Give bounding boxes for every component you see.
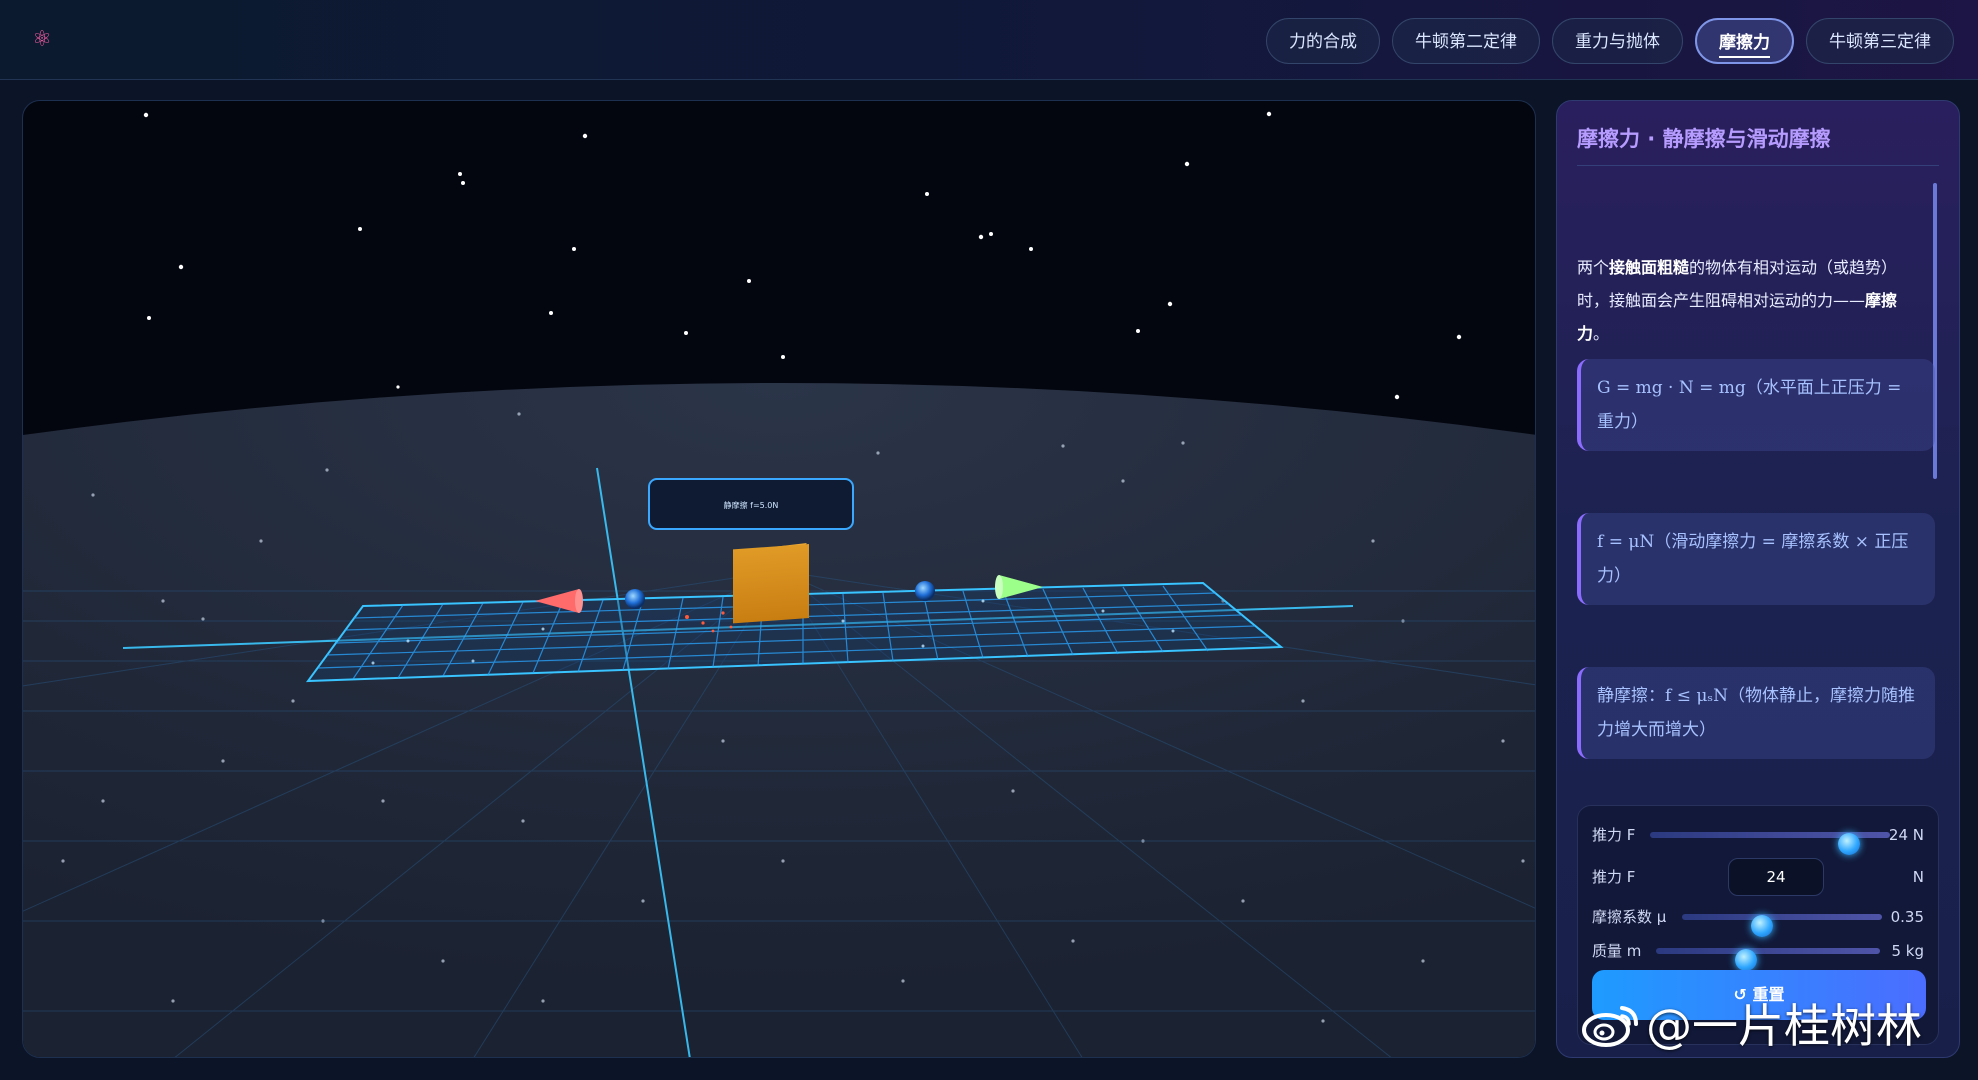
push-input-unit: N	[1912, 868, 1924, 886]
push-number-input[interactable]: 24	[1728, 858, 1824, 896]
push-slider-row: 推力 F 24 N	[1592, 822, 1924, 855]
mu-slider-thumb[interactable]	[1751, 915, 1773, 937]
push-input-row: 推力 F 24 N	[1592, 858, 1924, 896]
formula-gravity-normal: G = mg · N = mg（水平面上正压力 = 重力）	[1577, 359, 1935, 451]
module-tabs: 力的合成 牛顿第二定律 重力与抛体 摩擦力 牛顿第三定律	[1266, 18, 1954, 64]
tab-friction[interactable]: 摩擦力	[1695, 18, 1794, 64]
panel-title: 摩擦力 · 静摩擦与滑动摩擦	[1577, 127, 1831, 151]
weibo-watermark: @一片桂树林	[1580, 998, 1922, 1054]
top-bar: ⚛ 力的合成 牛顿第二定律 重力与抛体 摩擦力 牛顿第三定律	[0, 0, 1978, 80]
push-slider-value: 24 N	[1888, 826, 1924, 844]
atom-logo-icon: ⚛	[32, 27, 52, 52]
sky-stars	[143, 111, 1462, 400]
watermark-text: @一片桂树林	[1646, 999, 1922, 1053]
tab-newton-third-law[interactable]: 牛顿第三定律	[1806, 18, 1954, 64]
mass-slider-thumb[interactable]	[1734, 949, 1757, 971]
mu-slider-track[interactable]	[1682, 914, 1882, 937]
friction-intro-text: 两个接触面粗糙的物体有相对运动（或趋势）时，接触面会产生阻碍相对运动的力——摩擦…	[1577, 251, 1929, 350]
tab-label: 牛顿第二定律	[1415, 32, 1517, 52]
mu-slider-value: 0.35	[1890, 908, 1924, 926]
mass-slider-label: 质量 m	[1592, 942, 1642, 960]
push-slider-track[interactable]	[1650, 832, 1890, 855]
friction-label-text: 静摩擦 f=5.0N	[724, 500, 779, 510]
mass-slider-value: 5 kg	[1891, 942, 1924, 960]
mass-slider-track[interactable]	[1656, 948, 1880, 971]
intro-emphasis: 接触面粗糙	[1609, 258, 1690, 277]
formula-static-friction: 静摩擦：f ≤ μₛN（物体静止，摩擦力随推力增大而增大）	[1577, 667, 1935, 759]
push-slider-thumb[interactable]	[1838, 833, 1861, 855]
tab-gravity-projectile[interactable]: 重力与抛体	[1552, 18, 1683, 64]
weibo-logo-icon	[1582, 1006, 1638, 1047]
tab-label: 力的合成	[1289, 32, 1357, 52]
info-panel: 摩擦力 · 静摩擦与滑动摩擦 两个接触面粗糙的物体有相对运动（或趋势）时，接触面…	[1556, 100, 1960, 1058]
tab-force-composition[interactable]: 力的合成	[1266, 18, 1380, 64]
tab-label: 牛顿第三定律	[1829, 32, 1931, 52]
tab-label: 重力与抛体	[1575, 32, 1660, 52]
friction-value-label: 静摩擦 f=5.0N	[648, 478, 854, 530]
intro-text-part: 。	[1593, 324, 1610, 343]
sliding-box	[733, 543, 809, 624]
mu-slider-row: 摩擦系数 μ 0.35	[1592, 904, 1924, 937]
mu-slider-label: 摩擦系数 μ	[1592, 908, 1667, 926]
tab-newton-second-law[interactable]: 牛顿第二定律	[1392, 18, 1540, 64]
scene-canvas[interactable]: 静摩擦 f=5.0N	[23, 101, 1536, 1058]
tab-label: 摩擦力	[1719, 33, 1770, 58]
panel-divider	[1577, 165, 1939, 166]
push-input-label: 推力 F	[1592, 868, 1636, 886]
force-origin-orb-right	[915, 581, 935, 601]
push-slider-label: 推力 F	[1592, 826, 1636, 844]
3d-scene-viewport[interactable]: 静摩擦 f=5.0N	[22, 100, 1536, 1058]
formula-sliding-friction: f = μN（滑动摩擦力 = 摩擦系数 × 正压力）	[1577, 513, 1935, 605]
force-origin-orb-left	[625, 589, 645, 609]
mass-slider-row: 质量 m 5 kg	[1592, 938, 1924, 971]
intro-text-part: 两个	[1577, 258, 1610, 277]
